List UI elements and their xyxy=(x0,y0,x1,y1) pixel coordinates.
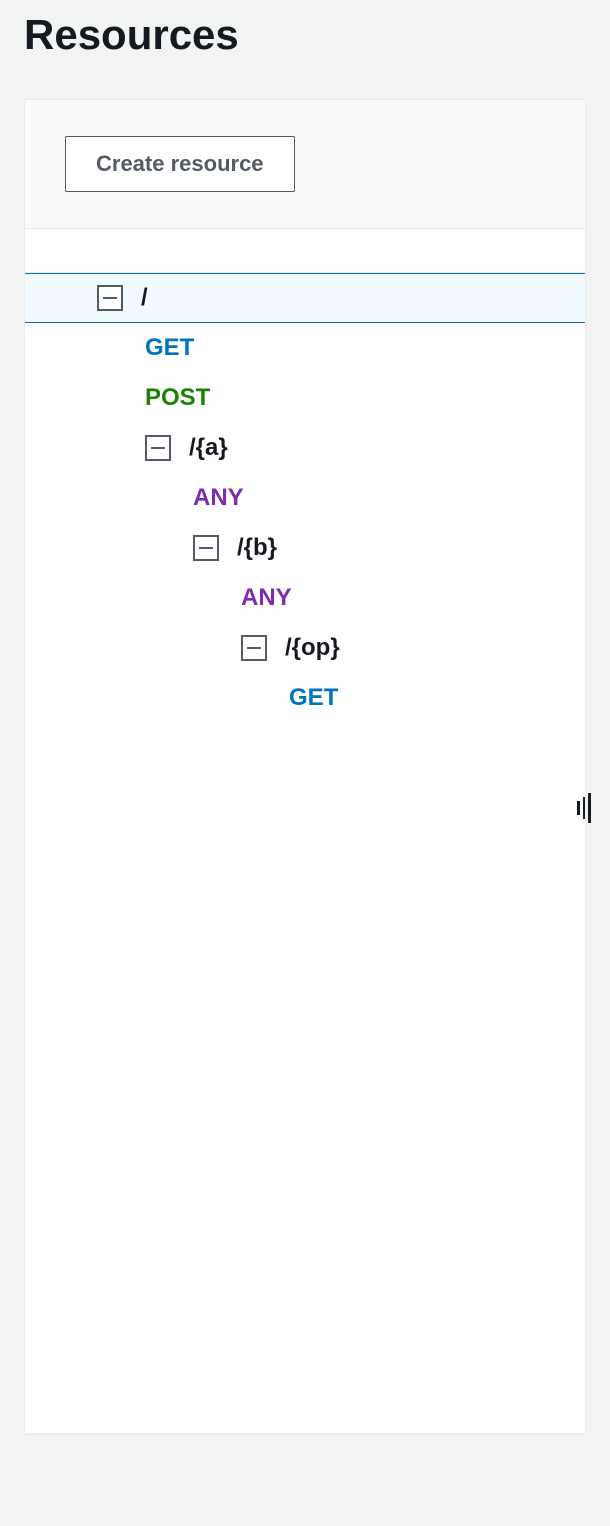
collapse-icon[interactable] xyxy=(241,635,267,661)
resource-tree: / GET POST /{a} ANY /{b} xyxy=(25,273,585,1433)
tree-method-get-op[interactable]: GET xyxy=(25,673,585,723)
tree-node-root[interactable]: / xyxy=(25,273,585,323)
collapse-icon[interactable] xyxy=(193,535,219,561)
tree-node-b[interactable]: /{b} xyxy=(25,523,585,573)
tree-method-get-root[interactable]: GET xyxy=(25,323,585,373)
tree-method-any-a[interactable]: ANY xyxy=(25,473,585,523)
collapse-icon[interactable] xyxy=(145,435,171,461)
panel-spacer xyxy=(25,229,585,273)
tree-method-post-root[interactable]: POST xyxy=(25,373,585,423)
method-label: ANY xyxy=(241,573,292,623)
resource-path-label: / xyxy=(141,273,148,323)
resource-path-label: /{a} xyxy=(189,423,228,473)
resources-panel: Create resource / GET POST /{a} xyxy=(24,99,586,1434)
resize-handle-icon[interactable] xyxy=(577,793,591,823)
panel-header: Create resource xyxy=(25,100,585,229)
page-title: Resources xyxy=(24,0,586,99)
resource-path-label: /{b} xyxy=(237,523,277,573)
collapse-icon[interactable] xyxy=(97,285,123,311)
method-label: POST xyxy=(145,373,210,423)
resource-path-label: /{op} xyxy=(285,623,340,673)
method-label: GET xyxy=(145,323,194,373)
tree-method-any-b[interactable]: ANY xyxy=(25,573,585,623)
tree-node-op[interactable]: /{op} xyxy=(25,623,585,673)
method-label: ANY xyxy=(193,473,244,523)
create-resource-button[interactable]: Create resource xyxy=(65,136,295,192)
tree-node-a[interactable]: /{a} xyxy=(25,423,585,473)
method-label: GET xyxy=(289,673,338,723)
